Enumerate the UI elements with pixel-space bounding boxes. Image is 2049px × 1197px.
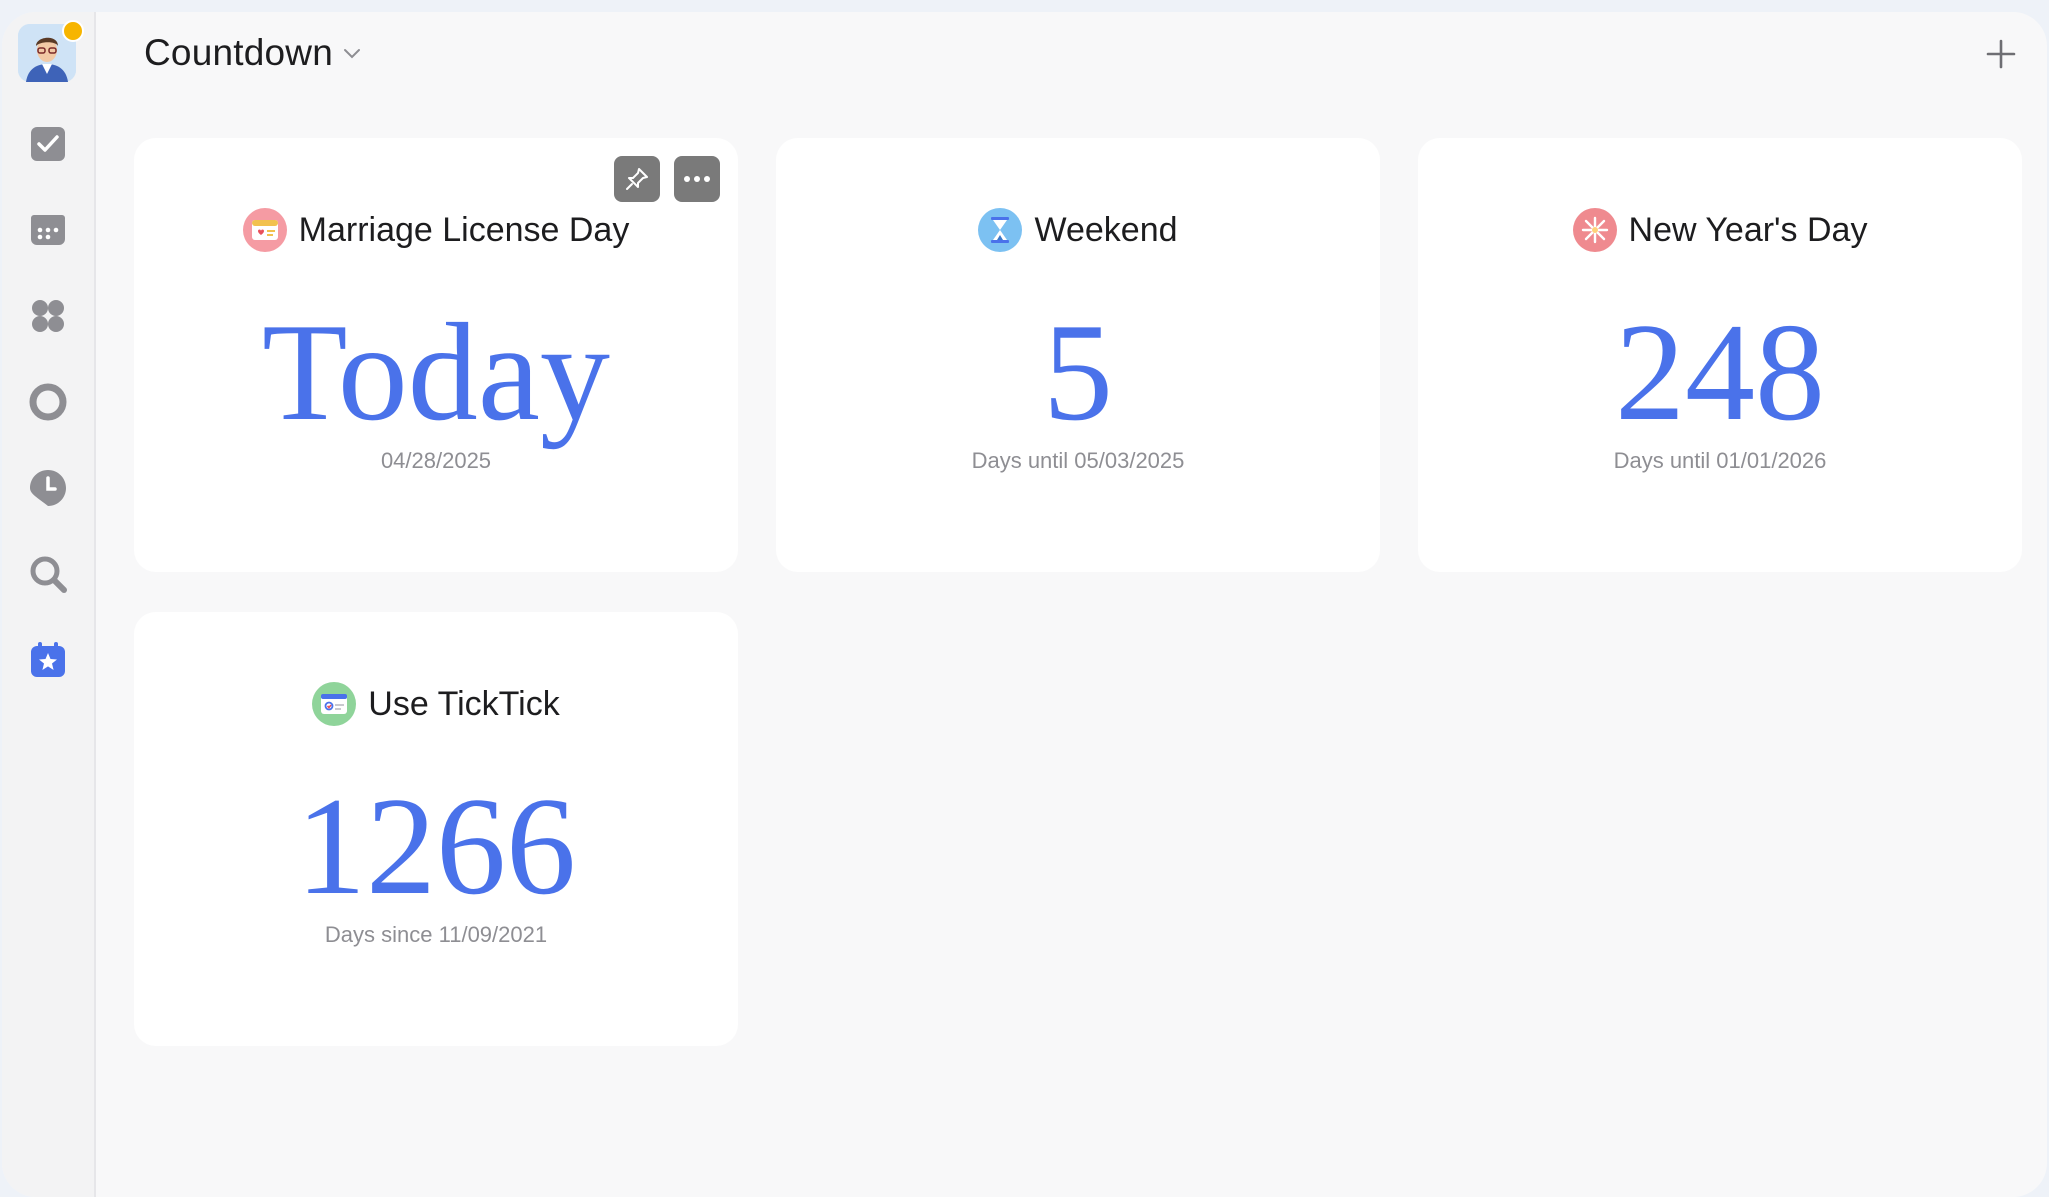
card-title: New Year's Day <box>1628 210 1868 249</box>
avatar[interactable] <box>18 20 84 82</box>
countdown-calendar-star-icon <box>31 642 65 677</box>
list-title-dropdown[interactable]: Countdown <box>144 32 361 74</box>
countdown-date: Days until 05/03/2025 <box>971 448 1185 473</box>
countdown-date: Days since 11/09/2021 <box>324 922 548 947</box>
countdown-value: Today <box>262 295 610 450</box>
app-window: Countdown Marriage License Day Today 04/… <box>2 12 2047 1197</box>
card-header: New Year's Day <box>1418 208 2022 252</box>
fireworks-icon <box>1572 208 1617 252</box>
hourglass-icon <box>978 208 1023 252</box>
apps-icon <box>32 300 64 332</box>
circle-icon <box>29 383 67 421</box>
countdown-card[interactable]: New Year's Day 248 Days until 01/01/2026 <box>1418 138 2022 572</box>
premium-crown-badge <box>62 20 84 42</box>
countdown-value: 1266 <box>296 769 576 924</box>
countdown-value: 5 <box>1043 295 1113 450</box>
sidebar-item-tasks[interactable] <box>28 124 68 164</box>
more-button[interactable] <box>674 156 720 202</box>
main-content: Countdown Marriage License Day Today 04/… <box>94 12 2047 1197</box>
countdown-date: Days until 01/01/2026 <box>1613 448 1827 473</box>
more-dots-icon <box>684 176 710 182</box>
page-title: Countdown <box>144 32 333 73</box>
plus-icon <box>1986 39 2016 69</box>
countdown-card[interactable]: Marriage License Day Today 04/28/2025 <box>134 138 738 572</box>
clock-icon <box>30 470 66 506</box>
sidebar <box>2 12 96 1197</box>
card-icon <box>242 208 287 252</box>
pin-button[interactable] <box>614 156 660 202</box>
sidebar-item-matrix[interactable] <box>28 296 68 336</box>
card-header: Marriage License Day <box>134 208 738 252</box>
calendar-icon <box>31 215 65 245</box>
sidebar-item-calendar[interactable] <box>28 210 68 250</box>
countdown-value: 248 <box>1615 295 1825 450</box>
card-title: Weekend <box>1034 210 1178 249</box>
countdown-card[interactable]: Use TickTick 1266 Days since 11/09/2021 <box>134 612 738 1046</box>
app-window-icon <box>312 682 357 726</box>
sidebar-item-search[interactable] <box>28 554 68 594</box>
card-title: Use TickTick <box>368 684 560 723</box>
card-title: Marriage License Day <box>298 210 630 249</box>
sidebar-item-focus[interactable] <box>28 468 68 508</box>
checkbox-icon <box>31 127 65 161</box>
sidebar-item-countdown[interactable] <box>28 640 68 680</box>
card-header: Use TickTick <box>134 682 738 726</box>
card-header: Weekend <box>776 208 1380 252</box>
chevron-down-icon <box>344 49 360 59</box>
sidebar-item-habits[interactable] <box>28 382 68 422</box>
countdown-date: 04/28/2025 <box>380 448 492 473</box>
countdown-card[interactable]: Weekend 5 Days until 05/03/2025 <box>776 138 1380 572</box>
card-actions <box>614 156 720 202</box>
add-countdown-button[interactable] <box>1983 36 2019 72</box>
search-icon <box>30 556 67 593</box>
pin-icon <box>626 168 648 190</box>
